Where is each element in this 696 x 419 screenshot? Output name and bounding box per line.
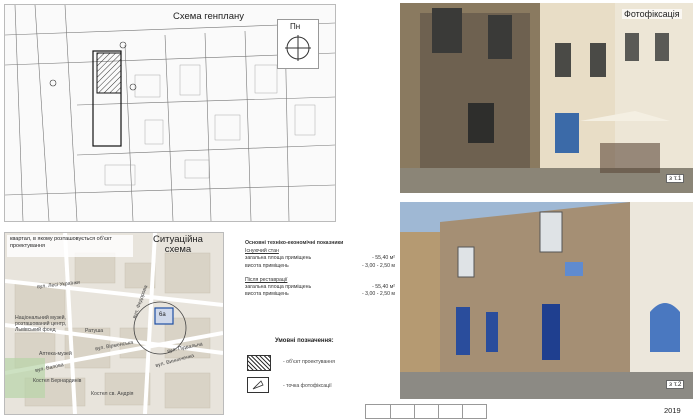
tech-row: висота приміщень - 3,00 - 2,50 м: [245, 291, 395, 298]
title-block: [365, 404, 487, 419]
after-title: Після реставрації: [245, 276, 288, 283]
photo-1: Фотофіксація з т.1: [400, 3, 693, 193]
photo-1-tag: з т.1: [666, 174, 685, 183]
photo-2: з т.2: [400, 202, 693, 399]
situation-note: квартал, в якому розташовується об’єкт п…: [7, 235, 133, 257]
genplan-map: Схема генплану Пн: [4, 4, 336, 222]
tech-row: загальна площа приміщень - 55,40 м²: [245, 284, 395, 291]
north-label: Пн: [290, 22, 301, 31]
legend-item-object: - об’єкт проектування: [283, 359, 335, 365]
genplan-title: Схема генплану: [173, 11, 244, 22]
tech-indicators: Основні техніко-економічні показники Існ…: [245, 240, 395, 298]
stamp-year: 2019: [664, 406, 681, 415]
existing-title: Існуючий стан: [245, 248, 279, 255]
photos-title: Фотофіксація: [622, 9, 682, 19]
plot-label: 6а: [159, 312, 166, 318]
photo-2-image: [400, 202, 693, 399]
camera-point-icon: [247, 377, 269, 393]
place-label: Національний музей, розташований центр, …: [15, 315, 67, 333]
compass-icon: [285, 35, 311, 61]
photo-1-image: [400, 3, 693, 193]
legend-item-photo-point: - точка фотофіксації: [283, 383, 332, 389]
place-label: Ратуша: [85, 328, 104, 334]
situation-title: Ситуаційна схема: [153, 234, 203, 255]
place-label: Аптека-музей: [39, 351, 72, 357]
place-label: Костел св. Андрія: [91, 391, 134, 397]
legend-title: Умовні позначення:: [275, 338, 334, 344]
hatched-rect-icon: [247, 355, 271, 371]
photo-2-tag: з т.2: [666, 380, 685, 389]
place-label: Костел Бернардинів: [33, 378, 82, 384]
tech-row: загальна площа приміщень - 55,40 м²: [245, 255, 395, 262]
tech-row: висота приміщень - 3,00 - 2,50 м: [245, 262, 395, 269]
north-arrow-box: Пн: [277, 19, 319, 69]
situation-map: квартал, в якому розташовується об’єкт п…: [4, 232, 224, 415]
tech-title: Основні техніко-економічні показники: [245, 240, 344, 246]
